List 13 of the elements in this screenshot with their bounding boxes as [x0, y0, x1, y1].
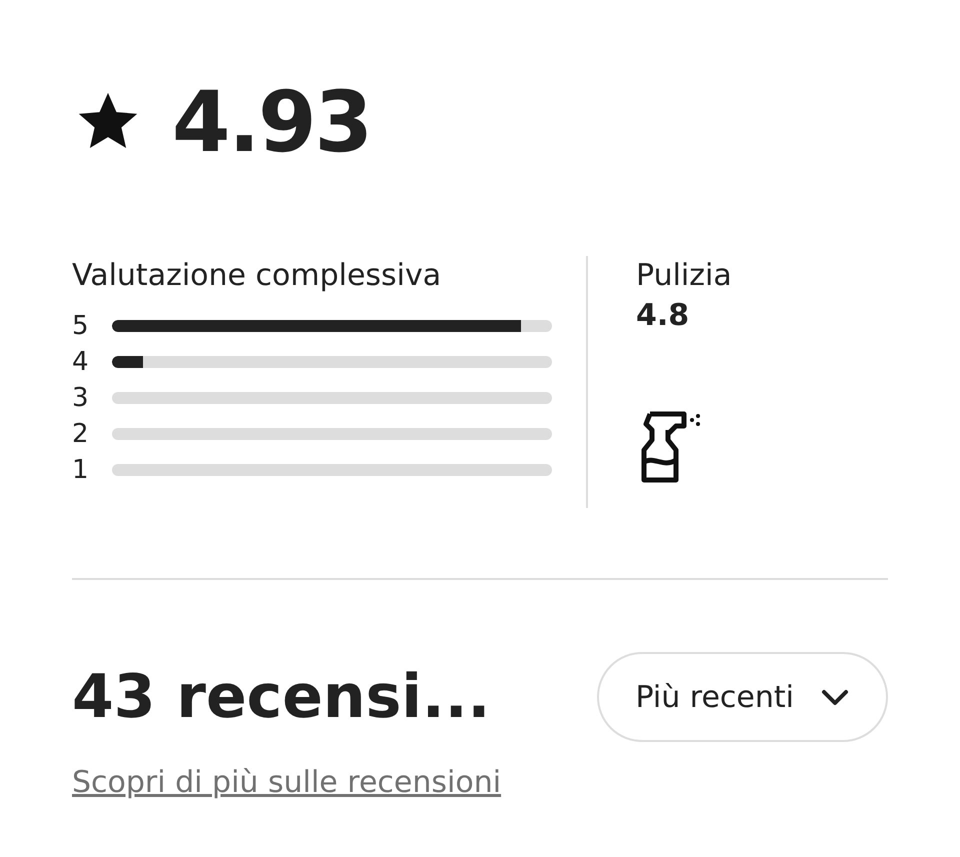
- sort-dropdown[interactable]: Più recenti: [597, 652, 888, 742]
- star-count-label: 4: [72, 346, 90, 378]
- star-count-label: 5: [72, 310, 90, 342]
- rating-value: 4.93: [172, 80, 371, 164]
- section-title: Valutazione complessiva: [72, 257, 442, 295]
- star-count-label: 3: [72, 382, 90, 414]
- star-count-label: 2: [72, 418, 90, 450]
- star-count-label: 1: [72, 454, 90, 486]
- chevron-down-icon: [820, 688, 850, 706]
- reviews-heading: 43 recensi...: [72, 667, 490, 727]
- reviews-info-link[interactable]: Scopri di più sulle recensioni: [72, 760, 502, 805]
- category-score: 4.8: [636, 297, 690, 335]
- category-name: Pulizia: [636, 257, 732, 295]
